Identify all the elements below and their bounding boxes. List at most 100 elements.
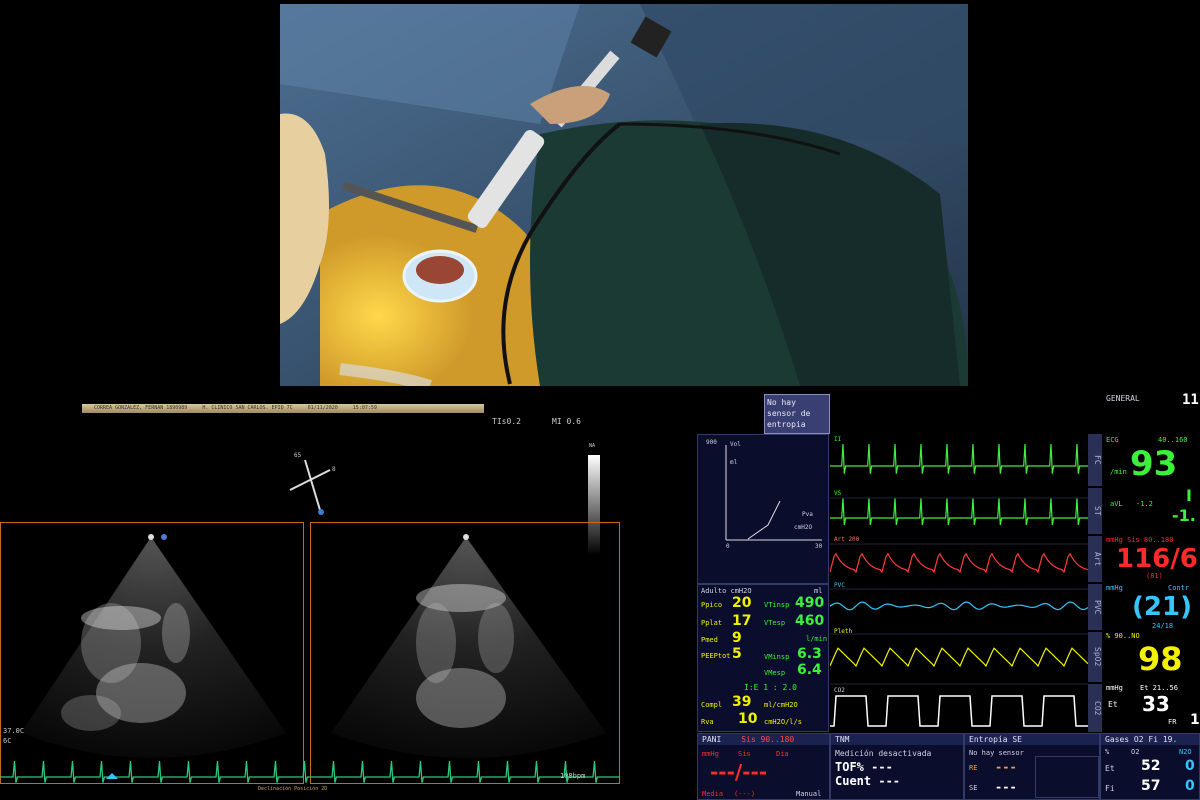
co2-label: mmHg	[1106, 684, 1123, 692]
vent-value-vmesp: 6.4	[797, 662, 822, 678]
echo-mi: MI 0.6	[552, 417, 581, 426]
pvc-control: Contr	[1168, 584, 1190, 592]
st-ii-value: I	[1186, 486, 1192, 505]
gases-fi-n2o: 0	[1185, 778, 1195, 794]
vent-unit-rva: cmH2O/l/s	[764, 718, 802, 726]
entropy-title: Entropía SE	[965, 734, 1099, 745]
pani-dia: Dia	[776, 750, 789, 758]
wave-label-co2: CO2	[834, 687, 845, 694]
side-tab-spo2[interactable]: SpO2	[1088, 632, 1102, 682]
wave-label-pvc: PVC	[834, 582, 845, 589]
pani-panel[interactable]: PANI Sis 90..180 mmHg Sis Dia ---/--- Med…	[697, 733, 830, 800]
echo-ecg-trace	[0, 760, 638, 783]
side-tab-co2[interactable]: CO2	[1088, 684, 1102, 732]
wave-label-art: Art 200	[834, 536, 860, 543]
tnm-cuent: Cuent ---	[835, 774, 901, 788]
side-tab-pvc[interactable]: PVC	[1088, 584, 1102, 630]
gases-extra: O2 Fi 19.	[1133, 735, 1178, 744]
loop-x-name: Pva	[802, 511, 813, 518]
side-tab-fc[interactable]: FC	[1088, 434, 1102, 486]
art-mean: (81)	[1146, 572, 1163, 580]
st-v5-value: -1.	[1172, 506, 1196, 525]
vent-value-ppico: 20	[732, 595, 752, 611]
gases-et-o2: 52	[1141, 758, 1161, 774]
waveforms-svg	[829, 443, 1090, 727]
loop-x-min: 0	[726, 543, 730, 550]
vent-label-vminsp: VMinsp	[764, 653, 790, 661]
pressure-volume-loop-panel: 900 Vol ml Pva cmH2O 0 30	[697, 434, 829, 584]
echo-sector-right	[331, 534, 606, 758]
vent-label-compl: Compl	[701, 701, 723, 709]
pvc-value: (21)	[1132, 592, 1192, 622]
vent-label-pplat: Pplat	[701, 619, 723, 627]
echo-tis: TIs0.2	[492, 417, 521, 426]
echo-patient-strip: CORREA GONZALEZ, FERNAN 1890989 H. CLINI…	[82, 404, 484, 413]
loop-y-name: Vol	[730, 441, 741, 448]
entropy-re-value: ---	[995, 760, 1017, 774]
pani-value: ---/---	[710, 760, 768, 784]
probe-orientation-icon: 65 8	[280, 450, 340, 520]
pani-sis: Sis	[738, 750, 751, 758]
fr-label: FR	[1168, 718, 1177, 726]
art-value: 116/62	[1116, 544, 1200, 574]
general-number: 11	[1182, 392, 1199, 408]
gases-et-label: Et	[1105, 764, 1115, 773]
probe-angle-side: 8	[332, 466, 336, 473]
entropy-se-label: SE	[969, 784, 978, 792]
loop-y-top: 900	[706, 439, 717, 446]
loop-y-unit: ml	[730, 459, 738, 466]
echo-hr-readout: 108bpm	[560, 772, 586, 780]
st-avl-value: -1.2	[1136, 500, 1153, 508]
entropy-panel[interactable]: Entropía SE No hay sensor RE --- SE ---	[964, 733, 1100, 800]
vent-header-right: ml	[814, 587, 823, 595]
wave-label-v5: V5	[834, 490, 842, 497]
vent-value-rva: 10	[738, 711, 758, 727]
entropy-trend-box	[1035, 756, 1099, 798]
pani-media: Media	[702, 790, 724, 798]
spo2-value: 98	[1138, 640, 1183, 678]
parameter-column: ECG 40..160 93 /min I aVL -1.2 -1. mmHg …	[1102, 434, 1200, 732]
echo-pane-left: 37.0C 6C	[0, 522, 304, 784]
hr-unit: /min	[1110, 468, 1127, 476]
ecg-range: 40..160	[1158, 436, 1188, 444]
vent-value-pmed: 9	[732, 630, 742, 646]
entropy-se-value: ---	[995, 780, 1017, 794]
echo-strip-time: 15:07:59	[352, 405, 377, 411]
side-tab-art[interactable]: Art	[1088, 536, 1102, 582]
ecg-label: ECG	[1106, 436, 1119, 444]
vent-label-rva: Rva	[701, 718, 714, 726]
echo-gray-label: NA	[589, 443, 596, 449]
echo-pane-right	[310, 522, 620, 784]
gases-panel[interactable]: Gases O2 Fi 19. % O2 N2O Et 52 0 Fi 57 0	[1100, 733, 1200, 800]
echo-ecg-strip	[0, 755, 638, 785]
echo-sector-left	[21, 534, 286, 758]
vent-unit-lmin: l/min	[806, 635, 828, 643]
vent-value-compl: 39	[732, 694, 752, 710]
tnm-tof: TOF% ---	[835, 760, 893, 774]
gases-fi-label: Fi	[1105, 784, 1115, 793]
surgery-scene	[280, 4, 968, 386]
loop-x-unit: cmH2O	[794, 524, 813, 531]
vent-label-vtinsp: VTinsp	[764, 601, 790, 609]
vent-unit-compl: ml/cmH2O	[764, 701, 798, 709]
art-label: mmHg Sis 80..180	[1106, 536, 1174, 544]
gases-unit: %	[1105, 748, 1110, 756]
st-avl-label: aVL	[1110, 500, 1123, 508]
pani-title: PANI	[702, 735, 722, 744]
side-tab-st[interactable]: ST	[1088, 488, 1102, 534]
vent-value-vtinsp: 490	[795, 595, 825, 611]
vent-value-pplat: 17	[732, 613, 752, 629]
vent-value-vtesp: 460	[795, 613, 825, 629]
spo2-label: % 90..NO	[1106, 632, 1140, 640]
tnm-panel[interactable]: TNM Medición desactivada TOF% --- Cuent …	[830, 733, 964, 800]
echo-strip-hospital: H. CLINICO SAN CARLOS. EPIQ 7C	[202, 405, 293, 411]
vent-value-peeptot: 5	[732, 646, 742, 662]
ventilation-panel: Adulto cmH2O ml Ppico 20 VTinsp 490 Ppla…	[697, 584, 829, 732]
tnm-title: TNM	[831, 734, 963, 745]
fr-value: 1	[1190, 712, 1200, 728]
vent-label-vtesp: VTesp	[764, 619, 786, 627]
waveform-area: II V5 Art 200 PVC Pleth CO2	[829, 434, 1090, 732]
pv-loop-graph	[725, 445, 822, 541]
et-co2-value: 33	[1142, 692, 1170, 716]
pani-media-value: (---)	[734, 790, 756, 798]
